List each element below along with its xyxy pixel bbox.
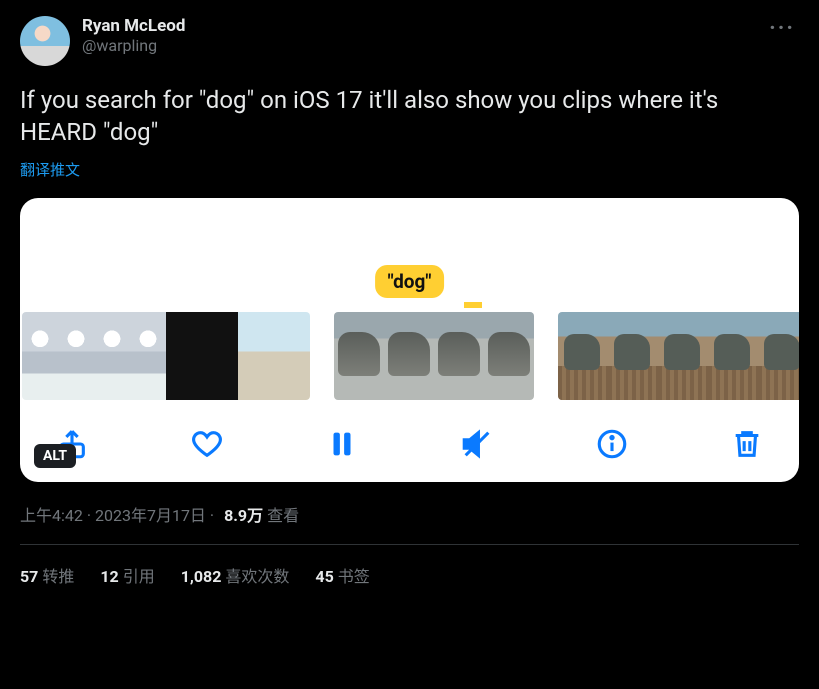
media-top-area: "dog" bbox=[20, 198, 799, 298]
tweet-text: If you search for "dog" on iOS 17 it'll … bbox=[20, 84, 799, 149]
mute-icon bbox=[460, 427, 494, 461]
author-display-name[interactable]: Ryan McLeod bbox=[82, 16, 765, 36]
video-frame bbox=[22, 312, 58, 400]
likes-stat[interactable]: 1,082喜欢次数 bbox=[181, 563, 290, 587]
like-button[interactable] bbox=[185, 422, 229, 466]
pause-button[interactable] bbox=[320, 422, 364, 466]
tweet-date[interactable]: 2023年7月17日 bbox=[95, 506, 206, 525]
tweet-header: Ryan McLeod @warpling ··· bbox=[20, 16, 799, 66]
tweet-stats: 57转推 12引用 1,082喜欢次数 45书签 bbox=[20, 545, 799, 591]
pause-icon bbox=[325, 427, 359, 461]
avatar[interactable] bbox=[20, 16, 70, 66]
video-frame bbox=[658, 312, 708, 400]
tweet-views-label: 查看 bbox=[267, 506, 299, 525]
search-term-chip: "dog" bbox=[375, 265, 445, 298]
trash-icon bbox=[730, 427, 764, 461]
tweet-container: Ryan McLeod @warpling ··· If you search … bbox=[0, 0, 819, 591]
media-attachment[interactable]: "dog" bbox=[20, 198, 799, 482]
video-frame bbox=[758, 312, 799, 400]
tweet-time[interactable]: 上午4:42 bbox=[20, 506, 83, 525]
video-frame bbox=[202, 312, 238, 400]
clip-group bbox=[558, 312, 799, 400]
alt-text-badge[interactable]: ALT bbox=[34, 444, 76, 468]
search-term-marker bbox=[464, 302, 482, 308]
quotes-stat[interactable]: 12引用 bbox=[100, 563, 154, 587]
more-options-button[interactable]: ··· bbox=[765, 16, 799, 41]
video-frame bbox=[94, 312, 130, 400]
video-frame bbox=[166, 312, 202, 400]
video-frame bbox=[558, 312, 608, 400]
heart-icon bbox=[190, 427, 224, 461]
info-button[interactable] bbox=[590, 422, 634, 466]
video-frame bbox=[58, 312, 94, 400]
mute-button[interactable] bbox=[455, 422, 499, 466]
tweet-metadata: 上午4:42 · 2023年7月17日 · 8.9万查看 bbox=[20, 502, 799, 526]
video-frame bbox=[130, 312, 166, 400]
video-frame bbox=[274, 312, 310, 400]
clip-group bbox=[22, 312, 310, 400]
info-icon bbox=[595, 427, 629, 461]
video-frame bbox=[384, 312, 434, 400]
delete-button[interactable] bbox=[725, 422, 769, 466]
clip-group bbox=[334, 312, 534, 400]
tweet-views-count: 8.9万 bbox=[224, 506, 263, 525]
video-frame bbox=[708, 312, 758, 400]
video-frame bbox=[434, 312, 484, 400]
clip-timeline bbox=[20, 298, 799, 400]
video-frame bbox=[484, 312, 534, 400]
video-frame bbox=[334, 312, 384, 400]
author-handle[interactable]: @warpling bbox=[82, 36, 765, 55]
video-frame bbox=[608, 312, 658, 400]
translate-link[interactable]: 翻译推文 bbox=[20, 159, 799, 180]
media-toolbar bbox=[20, 400, 799, 466]
bookmarks-stat[interactable]: 45书签 bbox=[315, 563, 369, 587]
video-frame bbox=[238, 312, 274, 400]
author-block: Ryan McLeod @warpling bbox=[82, 16, 765, 55]
retweets-stat[interactable]: 57转推 bbox=[20, 563, 74, 587]
